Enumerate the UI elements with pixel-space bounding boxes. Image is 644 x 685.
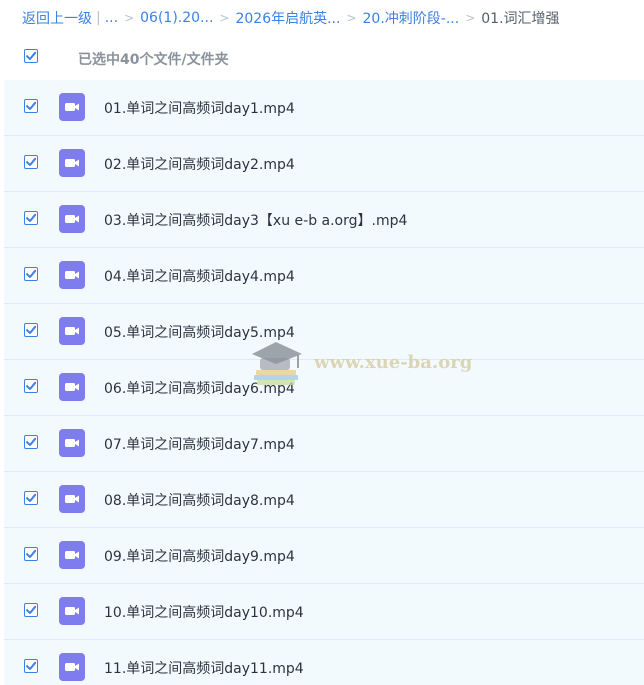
video-file-icon — [59, 317, 85, 345]
file-row[interactable]: 11.单词之间高频词day11.mp4 — [4, 640, 644, 685]
file-row[interactable]: 08.单词之间高频词day8.mp4 — [4, 472, 644, 528]
checkmark-icon — [26, 493, 37, 502]
file-name[interactable]: 05.单词之间高频词day5.mp4 — [104, 322, 295, 342]
file-checkbox[interactable] — [24, 491, 38, 505]
checkmark-icon — [26, 605, 37, 614]
checkmark-icon — [26, 101, 37, 110]
video-file-icon — [59, 93, 85, 121]
video-file-icon — [59, 597, 85, 625]
file-name[interactable]: 04.单词之间高频词day4.mp4 — [104, 266, 295, 286]
file-row[interactable]: 09.单词之间高频词day9.mp4 — [4, 528, 644, 584]
video-file-icon — [59, 261, 85, 289]
file-checkbox[interactable] — [24, 323, 38, 337]
file-checkbox[interactable] — [24, 659, 38, 673]
file-row[interactable]: 01.单词之间高频词day1.mp4 — [4, 80, 644, 136]
back-link[interactable]: 返回上一级 — [22, 8, 92, 28]
file-name[interactable]: 02.单词之间高频词day2.mp4 — [104, 154, 295, 174]
breadcrumb-item-2[interactable]: 2026年启航英... — [235, 8, 340, 28]
file-name[interactable]: 11.单词之间高频词day11.mp4 — [104, 658, 304, 678]
file-checkbox[interactable] — [24, 267, 38, 281]
file-checkbox[interactable] — [24, 155, 38, 169]
checkmark-icon — [26, 269, 37, 278]
file-list: 01.单词之间高频词day1.mp4 02.单词之间高频词day2.mp4 03.单… — [4, 80, 644, 685]
breadcrumb: 返回上一级 | ... > 06(1).20... > 2026年启航英... … — [0, 0, 644, 36]
video-file-icon — [59, 485, 85, 513]
video-file-icon — [59, 373, 85, 401]
file-checkbox[interactable] — [24, 435, 38, 449]
checkmark-icon — [26, 213, 37, 222]
checkmark-icon — [26, 325, 37, 334]
video-file-icon — [59, 541, 85, 569]
file-row[interactable]: 04.单词之间高频词day4.mp4 — [4, 248, 644, 304]
select-all-checkbox[interactable] — [24, 49, 38, 63]
file-checkbox[interactable] — [24, 547, 38, 561]
selection-header: 已选中40个文件/文件夹 — [0, 36, 644, 80]
file-checkbox[interactable] — [24, 211, 38, 225]
breadcrumb-current: 01.词汇增强 — [481, 11, 560, 27]
checkmark-icon — [26, 437, 37, 446]
file-name[interactable]: 06.单词之间高频词day6.mp4 — [104, 378, 295, 398]
file-row[interactable]: 03.单词之间高频词day3【xu e-b a.org】.mp4 — [4, 192, 644, 248]
file-name[interactable]: 03.单词之间高频词day3【xu e-b a.org】.mp4 — [104, 210, 407, 230]
file-row[interactable]: 02.单词之间高频词day2.mp4 — [4, 136, 644, 192]
breadcrumb-item-3[interactable]: 20.冲刺阶段-... — [363, 8, 460, 28]
file-name[interactable]: 08.单词之间高频词day8.mp4 — [104, 490, 295, 510]
breadcrumb-ellipsis[interactable]: ... — [105, 10, 118, 26]
checkmark-icon — [26, 51, 37, 60]
file-row[interactable]: 10.单词之间高频词day10.mp4 — [4, 584, 644, 640]
video-file-icon — [59, 653, 85, 681]
video-file-icon — [59, 429, 85, 457]
file-row[interactable]: 07.单词之间高频词day7.mp4 — [4, 416, 644, 472]
file-name[interactable]: 09.单词之间高频词day9.mp4 — [104, 546, 295, 566]
checkmark-icon — [26, 549, 37, 558]
checkmark-icon — [26, 157, 37, 166]
file-checkbox[interactable] — [24, 603, 38, 617]
file-name[interactable]: 10.单词之间高频词day10.mp4 — [104, 602, 304, 622]
breadcrumb-separator: > — [124, 11, 135, 25]
file-browser: 返回上一级 | ... > 06(1).20... > 2026年启航英... … — [0, 0, 644, 685]
video-file-icon — [59, 149, 85, 177]
breadcrumb-separator: > — [219, 11, 230, 25]
checkmark-icon — [26, 661, 37, 670]
file-checkbox[interactable] — [24, 99, 38, 113]
file-name[interactable]: 01.单词之间高频词day1.mp4 — [104, 98, 295, 118]
breadcrumb-separator: > — [346, 11, 357, 25]
breadcrumb-pipe: | — [96, 10, 101, 26]
breadcrumb-separator: > — [465, 11, 476, 25]
breadcrumb-item-1[interactable]: 06(1).20... — [140, 10, 213, 26]
file-name[interactable]: 07.单词之间高频词day7.mp4 — [104, 434, 295, 454]
file-row[interactable]: 05.单词之间高频词day5.mp4 — [4, 304, 644, 360]
checkmark-icon — [26, 381, 37, 390]
video-file-icon — [59, 205, 85, 233]
selection-count: 已选中40个文件/文件夹 — [78, 52, 229, 68]
file-row[interactable]: 06.单词之间高频词day6.mp4 — [4, 360, 644, 416]
file-checkbox[interactable] — [24, 379, 38, 393]
